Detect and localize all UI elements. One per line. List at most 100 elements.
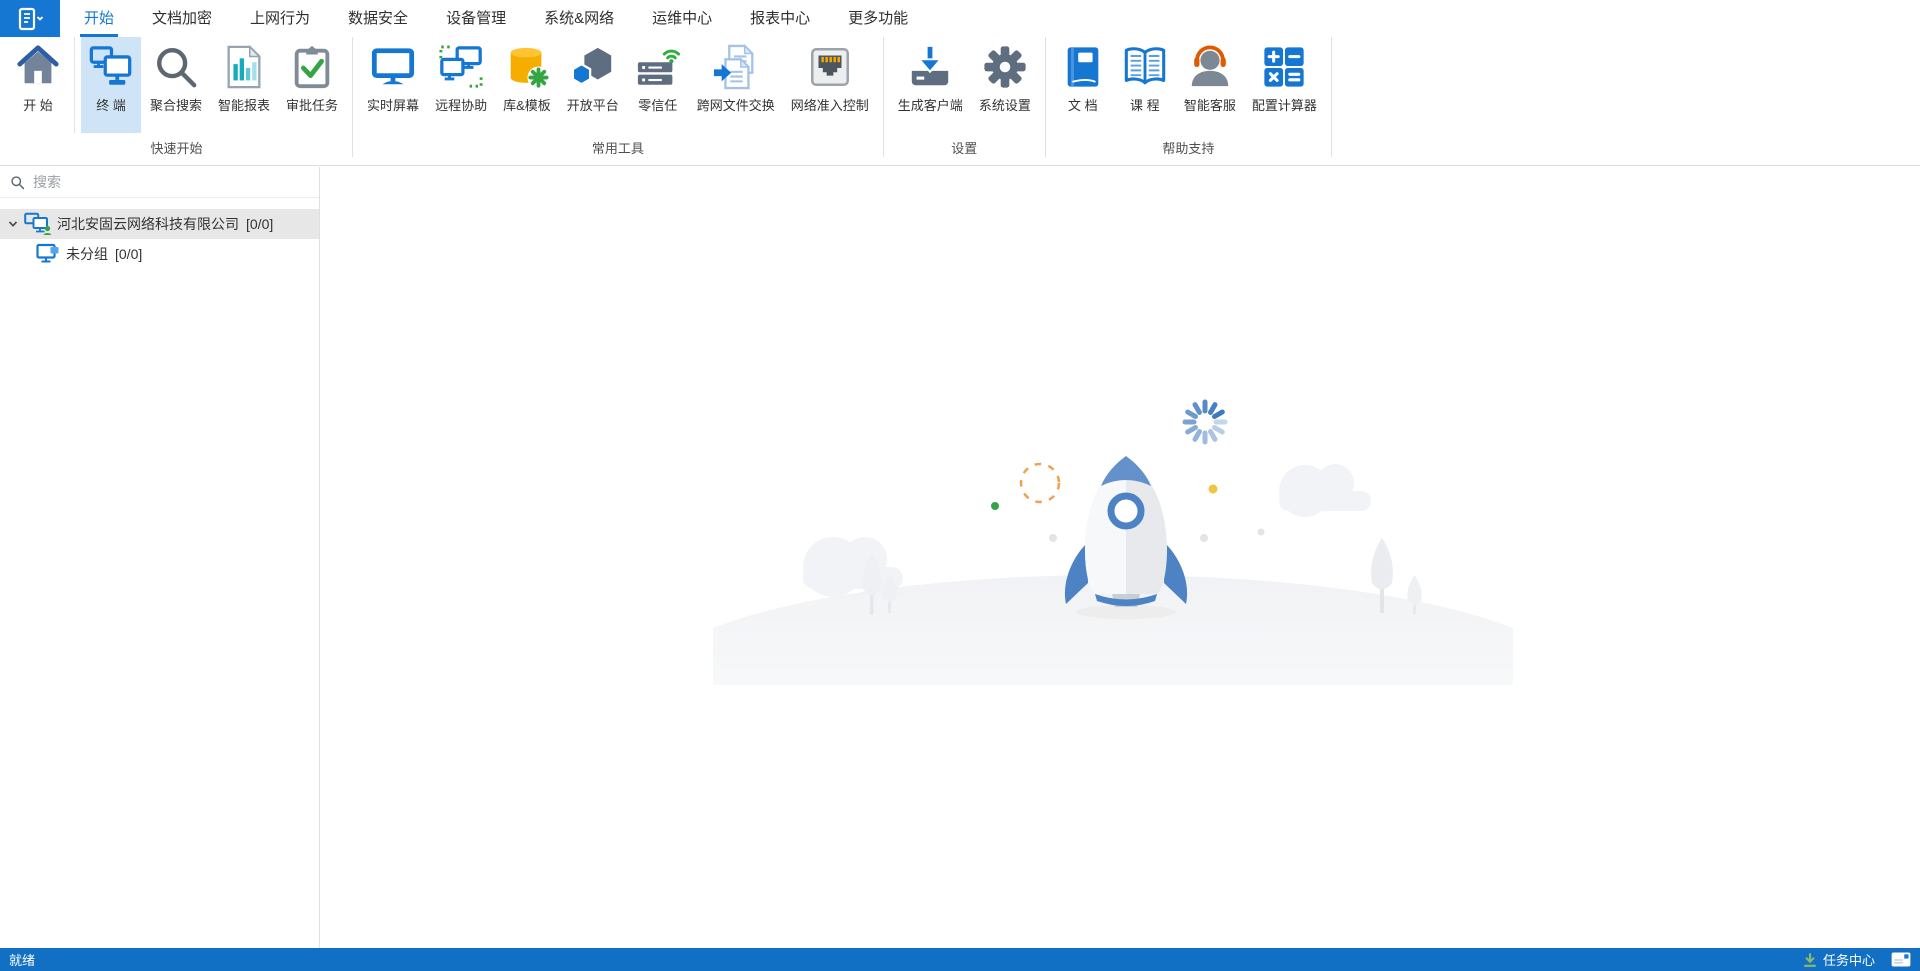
menu-tab[interactable]: 报表中心 — [750, 0, 810, 37]
ribbon-button-label: 系统设置 — [979, 95, 1031, 114]
menu-tab[interactable]: 更多功能 — [848, 0, 908, 37]
ribbon-button-label: 网络准入控制 — [791, 95, 869, 114]
terminal-icon — [88, 44, 134, 90]
calculator-icon — [1261, 44, 1307, 90]
ribbon-group-separator — [352, 37, 353, 157]
report-button[interactable]: 智能报表 — [211, 37, 277, 133]
ribbon: 开 始 终 端 聚合搜索智能报表审批任务快速开始实时屏幕远程协助库&模板开放平台零信… — [0, 37, 1920, 166]
ribbon-button-label: 文 档 — [1068, 95, 1098, 114]
ribbon-button-label: 跨网文件交换 — [697, 95, 775, 114]
remote-assist-button[interactable]: 远程协助 — [428, 37, 494, 133]
server-wifi-button[interactable]: 零信任 — [628, 37, 688, 133]
ribbon-button-label: 生成客户端 — [898, 95, 963, 114]
ribbon-button-label: 课 程 — [1130, 95, 1160, 114]
menu-tab[interactable]: 开始 — [84, 0, 114, 37]
search-button[interactable]: 聚合搜索 — [143, 37, 209, 133]
ribbon-button-label: 聚合搜索 — [150, 95, 202, 114]
course-book-button[interactable]: 课 程 — [1115, 37, 1175, 133]
main-content — [321, 167, 1920, 948]
ribbon-button-label: 开 始 — [23, 95, 53, 114]
chevron-down-icon — [7, 218, 19, 230]
ethernet-button[interactable]: 网络准入控制 — [784, 37, 876, 133]
course-book-icon — [1122, 44, 1168, 90]
ribbon-button-label: 零信任 — [638, 95, 677, 114]
ribbon-group: 文 档 课 程 智能客服配置计算器帮助支持 — [1048, 37, 1329, 165]
tree-node-label: 河北安固云网络科技有限公司 — [57, 214, 239, 234]
server-wifi-icon — [635, 44, 681, 90]
ribbon-button-label: 开放平台 — [567, 95, 619, 114]
ribbon-button-label: 配置计算器 — [1252, 95, 1317, 114]
menu-tab[interactable]: 数据安全 — [348, 0, 408, 37]
terminal-button[interactable]: 终 端 — [81, 37, 141, 133]
ribbon-group: 开 始 终 端 聚合搜索智能报表审批任务快速开始 — [3, 37, 350, 165]
menu-bar: 开始 文档加密 上网行为 数据安全 设备管理 系统&网络 运维中心 报表中心 更多功能 — [0, 0, 1920, 37]
customer-service-button[interactable]: 智能客服 — [1177, 37, 1243, 133]
loading-spinner-icon — [1185, 402, 1225, 442]
menu-tab[interactable]: 文档加密 — [152, 0, 212, 37]
home-button[interactable]: 开 始 — [8, 37, 68, 133]
status-ready-text: 就绪 — [9, 950, 35, 969]
task-center-button[interactable]: 任务中心 — [1802, 950, 1875, 969]
tree-node[interactable]: 河北安固云网络科技有限公司 [0/0] — [0, 209, 319, 239]
report-icon — [221, 44, 267, 90]
menu-tab[interactable]: 上网行为 — [250, 0, 310, 37]
ribbon-group-separator — [883, 37, 884, 157]
search-icon — [153, 44, 199, 90]
hexagon-button[interactable]: 开放平台 — [560, 37, 626, 133]
ribbon-button-label: 终 端 — [96, 95, 126, 114]
download-icon — [1802, 952, 1818, 968]
device-tree: 河北安固云网络科技有限公司 [0/0] 未分组 [0/0] — [0, 209, 319, 269]
calculator-button[interactable]: 配置计算器 — [1245, 37, 1324, 133]
menu-tab[interactable]: 系统&网络 — [544, 0, 614, 37]
ribbon-group: 生成客户端系统设置设置 — [886, 37, 1043, 165]
ribbon-group-label: 常用工具 — [355, 137, 881, 165]
hexagon-icon — [570, 44, 616, 90]
customer-service-icon — [1187, 44, 1233, 90]
status-bar: 就绪 任务中心 — [0, 948, 1920, 971]
app-menu-icon — [15, 7, 45, 31]
database-icon — [504, 44, 550, 90]
message-window-icon[interactable] — [1891, 952, 1911, 967]
menu-tab[interactable]: 设备管理 — [446, 0, 506, 37]
tree-node-count: [0/0] — [246, 216, 273, 232]
tree-node[interactable]: 未分组 [0/0] — [0, 239, 319, 269]
document-book-button[interactable]: 文 档 — [1053, 37, 1113, 133]
rocket-illustration — [713, 345, 1513, 690]
tree-node-count: [0/0] — [115, 246, 142, 262]
gear-button[interactable]: 系统设置 — [972, 37, 1038, 133]
task-center-label: 任务中心 — [1823, 950, 1875, 969]
home-icon — [15, 44, 61, 90]
search-box — [0, 167, 319, 198]
ribbon-group-separator — [1045, 37, 1046, 157]
sidebar: 河北安固云网络科技有限公司 [0/0] 未分组 [0/0] — [0, 167, 320, 948]
app-menu-button[interactable] — [0, 0, 60, 37]
remote-assist-icon — [438, 44, 484, 90]
screen-icon — [370, 44, 416, 90]
client-download-button[interactable]: 生成客户端 — [891, 37, 970, 133]
search-input[interactable] — [33, 174, 309, 190]
ribbon-button-label: 远程协助 — [435, 95, 487, 114]
ribbon-button-label: 库&模板 — [503, 95, 551, 114]
screen-button[interactable]: 实时屏幕 — [360, 37, 426, 133]
tree-node-label: 未分组 — [66, 244, 108, 264]
computer-icon — [36, 242, 60, 266]
ribbon-button-label: 审批任务 — [286, 95, 338, 114]
client-download-icon — [907, 44, 953, 90]
menu-tab[interactable]: 运维中心 — [652, 0, 712, 37]
menu-bar-items: 开始 文档加密 上网行为 数据安全 设备管理 系统&网络 运维中心 报表中心 更多功能 — [84, 0, 908, 37]
approval-icon — [289, 44, 335, 90]
file-exchange-icon — [713, 44, 759, 90]
computer-group-icon — [24, 212, 51, 236]
ribbon-button-divider — [74, 37, 75, 133]
ribbon-group-label: 快速开始 — [3, 137, 350, 165]
ribbon-group-label: 设置 — [886, 137, 1043, 165]
search-icon — [10, 175, 25, 190]
file-exchange-button[interactable]: 跨网文件交换 — [690, 37, 782, 133]
ribbon-button-label: 智能客服 — [1184, 95, 1236, 114]
approval-button[interactable]: 审批任务 — [279, 37, 345, 133]
ethernet-icon — [807, 44, 853, 90]
gear-icon — [982, 44, 1028, 90]
database-button[interactable]: 库&模板 — [496, 37, 558, 133]
document-book-icon — [1060, 44, 1106, 90]
ribbon-group-label: 帮助支持 — [1048, 137, 1329, 165]
